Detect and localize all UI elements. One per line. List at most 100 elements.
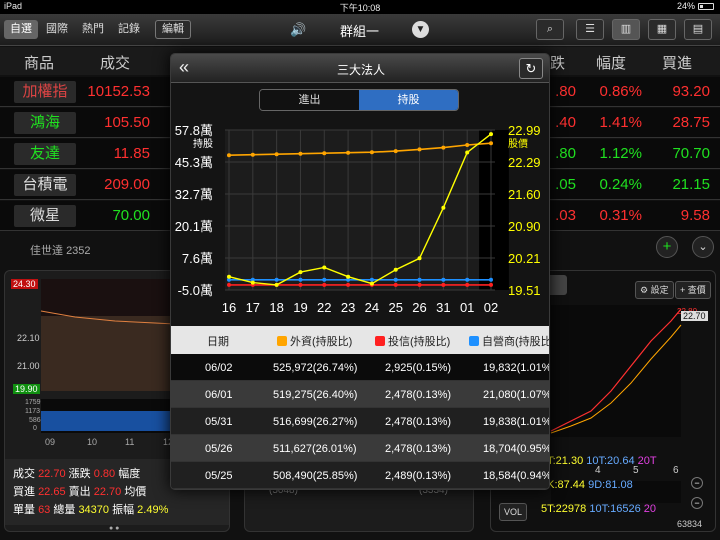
top-toolbar: 自選 國際 熱門 記錄 編輯 🔊 群組一 ▼ ⌕ ☰ ▥ ▦ ▤ <box>0 14 720 46</box>
series-point-1 <box>346 282 351 287</box>
cell-dealer: 19,832(1.01%) <box>483 362 550 374</box>
series-point-3 <box>393 267 398 272</box>
stock-price: 70.00 <box>112 207 150 224</box>
left-tick-label: 32.7萬 <box>175 187 213 202</box>
refresh-icon[interactable]: ↻ <box>519 58 543 79</box>
series-point-0 <box>417 147 422 152</box>
x-tick-label: 17 <box>246 300 260 315</box>
detail-view-icon[interactable]: ▤ <box>684 19 712 40</box>
segment-control: 進出 持股 <box>259 89 459 111</box>
vol-button[interactable]: VOL <box>499 503 528 521</box>
series-point-3 <box>227 274 231 279</box>
tab-popular[interactable]: 熱門 <box>76 20 110 39</box>
page-dots[interactable]: ● ● <box>109 525 119 531</box>
stock-pct: 0.24% <box>599 176 642 193</box>
x-tick-label: 31 <box>436 300 450 315</box>
stock-change: .03 <box>555 207 576 224</box>
x-tick-label: 18 <box>269 300 283 315</box>
col-pct: 幅度 <box>596 55 627 72</box>
series-point-1 <box>417 282 422 287</box>
selected-stock-code: 2352 <box>66 245 91 257</box>
search-icon[interactable]: ⌕ <box>536 19 564 40</box>
segment-in-out[interactable]: 進出 <box>260 90 359 110</box>
series-point-0 <box>465 143 470 147</box>
x-tick-label: 23 <box>341 300 355 315</box>
speaker-icon[interactable]: 🔊 <box>290 22 306 38</box>
clock: 下午10:08 <box>339 3 381 13</box>
price-tag-ref: 21.00 <box>17 361 40 371</box>
stock-name: 微星 <box>14 205 76 227</box>
time-tick-2: 11 <box>125 437 135 447</box>
cell-trust: 2,489(0.13%) <box>385 470 452 482</box>
status-bar: iPad 下午10:08 24% <box>0 0 720 14</box>
table-row[interactable]: 05/25 508,490(25.85%) 2,489(0.13%) 18,584(0… <box>171 462 549 489</box>
battery-percent: 24% <box>676 1 695 11</box>
cell-trust: 2,478(0.13%) <box>385 389 452 401</box>
series-point-2 <box>274 277 279 282</box>
stock-change: .80 <box>555 145 576 162</box>
x-tick-label: 16 <box>222 300 236 315</box>
left-tick-label: -5.0萬 <box>178 283 213 298</box>
th-dealer: 自營商(持股比) <box>469 333 549 349</box>
list-view-icon[interactable]: ☰ <box>576 19 604 40</box>
split-view-icon[interactable]: ▥ <box>612 19 640 40</box>
chevron-down-icon[interactable]: ▼ <box>412 21 429 38</box>
grid-view-icon[interactable]: ▦ <box>648 19 676 40</box>
kd-legend: 5K:87.44 9D:81.08 <box>541 479 633 491</box>
cell-foreign: 525,972(26.74%) <box>273 362 358 374</box>
dealer-swatch <box>469 336 479 346</box>
series-point-0 <box>274 152 279 157</box>
modal-header: « 三大法人 ↻ <box>171 54 549 83</box>
selected-stock: 佳世達 2352 <box>30 242 91 258</box>
stock-bid: 93.20 <box>672 83 710 100</box>
x-tick-label: 19 <box>293 300 307 315</box>
zoom-in-button[interactable]: − <box>691 497 703 509</box>
x-tick-label: 26 <box>412 300 426 315</box>
series-point-3 <box>369 281 374 286</box>
tab-watchlist[interactable]: 自選 <box>4 20 38 39</box>
stock-pct: 1.12% <box>599 145 642 162</box>
vol-last: 63834 <box>677 519 703 529</box>
cell-foreign: 511,627(26.01%) <box>273 443 357 455</box>
tab-history[interactable]: 記錄 <box>112 20 146 39</box>
edit-button[interactable]: 編輯 <box>155 20 191 39</box>
vol-tick-1: 1173 <box>25 408 41 415</box>
table-row[interactable]: 06/02 525,972(26.74%) 2,925(0.15%) 19,832(1… <box>171 354 550 381</box>
table-row[interactable]: 06/01 519,275(26.40%) 2,478(0.13%) 21,080(1… <box>171 381 549 408</box>
app-root: iPad 下午10:08 24% 自選 國際 熱門 記錄 編輯 🔊 群組一 ▼ … <box>0 0 720 540</box>
table-row[interactable]: 05/31 516,699(26.27%) 2,478(0.13%) 19,838(1… <box>171 408 549 435</box>
series-point-0 <box>489 141 493 146</box>
collapse-button[interactable]: ⌄ <box>692 236 714 258</box>
group-title[interactable]: 群組一 <box>340 21 379 40</box>
right-tick-label: 22.29 <box>508 155 541 170</box>
price-tag-low: 19.90 <box>13 384 40 394</box>
x-tick-label: 25 <box>388 300 402 315</box>
right-tick-label: 22.99 <box>508 123 541 138</box>
series-point-3 <box>346 274 351 279</box>
right-tick-label: 19.51 <box>508 283 541 298</box>
cell-date: 06/01 <box>205 389 233 401</box>
tab-international[interactable]: 國際 <box>40 20 74 39</box>
series-point-0 <box>369 150 374 155</box>
add-stock-button[interactable]: + <box>656 236 678 258</box>
series-point-2 <box>417 277 422 282</box>
stock-price: 105.50 <box>104 114 150 131</box>
cell-date: 05/25 <box>205 470 233 482</box>
segment-holdings[interactable]: 持股 <box>359 90 458 110</box>
series-point-0 <box>393 149 398 154</box>
stock-bid: 9.58 <box>680 207 710 224</box>
kline-candle-area <box>551 305 681 437</box>
table-row[interactable]: 05/26 511,627(26.01%) 2,478(0.13%) 18,704(0… <box>171 435 549 462</box>
col-change: 跌 <box>550 55 566 72</box>
right-tick-label: 20.90 <box>508 219 541 234</box>
stock-price: 209.00 <box>104 176 150 193</box>
series-point-0 <box>346 150 351 155</box>
vol-tick-2: 586 <box>29 417 41 424</box>
series-point-0 <box>227 153 231 158</box>
x-tick-label: 22 <box>317 300 331 315</box>
zoom-out-button[interactable]: − <box>691 477 703 489</box>
series-point-3 <box>322 265 327 270</box>
vol-legend: 5T:22978 10T:16526 20 <box>541 503 657 515</box>
cell-trust: 2,925(0.15%) <box>385 362 452 374</box>
institutional-investors-modal: « 三大法人 ↻ 進出 持股 57.8萬 45.3萬 32.7萬 20.1萬 7.6萬 -… <box>170 53 550 490</box>
